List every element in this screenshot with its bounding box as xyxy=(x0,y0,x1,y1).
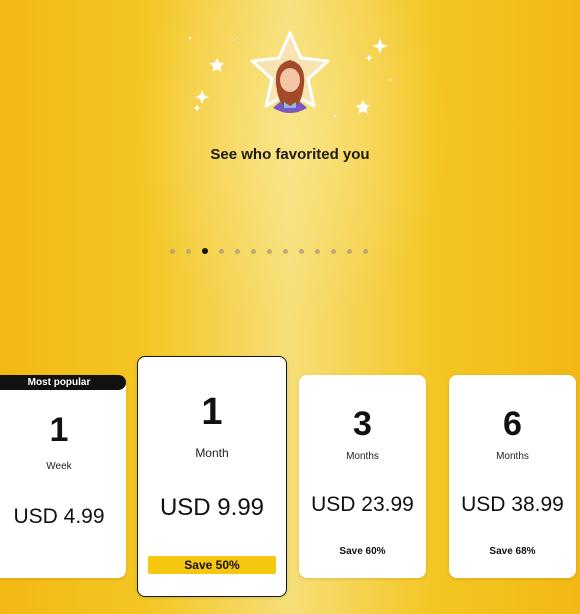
plan-card-1-week[interactable]: 1 Week USD 4.99 xyxy=(0,375,126,578)
plan-save-text: Save 60% xyxy=(339,546,386,557)
carousel-pagination[interactable] xyxy=(170,247,368,255)
carousel-dot[interactable] xyxy=(235,248,240,254)
plan-price: USD 23.99 xyxy=(311,493,414,516)
favorite-star-avatar-illustration xyxy=(188,31,392,117)
plan-duration-unit: Month xyxy=(195,446,229,460)
carousel-dot[interactable] xyxy=(251,248,256,254)
carousel-dot[interactable] xyxy=(186,248,191,254)
carousel-dot[interactable] xyxy=(283,248,288,254)
plan-duration-unit: Months xyxy=(346,451,379,462)
plan-save-badge: Save 50% xyxy=(148,556,276,574)
carousel-dot[interactable] xyxy=(347,248,352,254)
most-popular-badge: Most popular xyxy=(0,375,126,390)
carousel-dot[interactable] xyxy=(267,248,272,254)
plan-duration-number: 6 xyxy=(503,405,522,443)
carousel-dot[interactable] xyxy=(219,248,224,254)
carousel-dot[interactable] xyxy=(170,248,175,254)
carousel-dot[interactable] xyxy=(331,248,336,254)
plan-duration-number: 1 xyxy=(49,411,69,449)
plan-card-1-month[interactable]: 1 Month USD 9.99 Save 50% xyxy=(137,356,287,597)
plan-duration-unit: Months xyxy=(496,451,529,462)
carousel-dot[interactable] xyxy=(202,248,208,254)
carousel-dot[interactable] xyxy=(299,248,304,254)
carousel-dot[interactable] xyxy=(315,248,320,254)
plan-duration-number: 1 xyxy=(201,391,223,433)
plan-price: USD 4.99 xyxy=(13,505,105,528)
plan-duration-unit: Week xyxy=(46,461,72,472)
plan-card-6-months[interactable]: 6 Months USD 38.99 Save 68% xyxy=(449,375,576,578)
feature-headline: See who favorited you xyxy=(210,146,370,163)
carousel-dot[interactable] xyxy=(363,248,368,254)
plan-duration-number: 3 xyxy=(353,405,372,443)
plan-card-3-months[interactable]: 3 Months USD 23.99 Save 60% xyxy=(299,375,426,578)
plan-price: USD 38.99 xyxy=(461,493,564,516)
plan-price: USD 9.99 xyxy=(159,494,265,521)
plan-save-text: Save 68% xyxy=(489,546,536,557)
